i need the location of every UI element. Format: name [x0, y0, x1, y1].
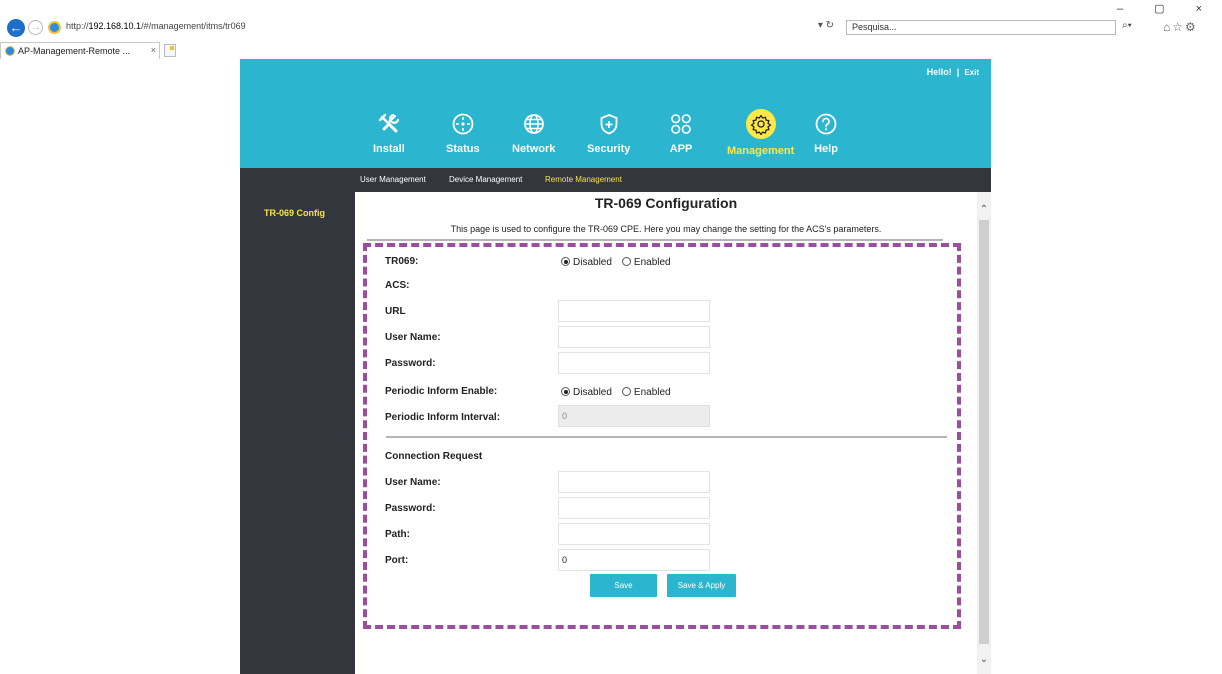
ie-favicon-icon	[5, 46, 15, 56]
nav-network-label: Network	[512, 143, 556, 155]
save-button[interactable]: Save	[590, 574, 657, 597]
tools-icon	[376, 111, 402, 137]
forward-arrow-icon[interactable]: →	[28, 20, 43, 35]
address-bar[interactable]: http://192.168.10.1/#/management/itms/tr…	[46, 20, 842, 35]
save-apply-button[interactable]: Save & Apply	[667, 574, 736, 597]
scrollbar[interactable]: ⌃ ⌄	[977, 192, 991, 674]
tr069-radio-group: Disabled Enabled	[561, 256, 671, 268]
cr-password-label: Password:	[385, 503, 436, 514]
back-arrow-icon[interactable]: ←	[7, 19, 25, 37]
nav-status-label: Status	[446, 143, 480, 155]
nav-management[interactable]: Management	[727, 109, 795, 157]
nav-security-label: Security	[587, 143, 631, 155]
gear-icon	[745, 109, 776, 139]
status-icon	[450, 111, 476, 137]
nav-install[interactable]: Install	[373, 111, 405, 155]
radio-label: Enabled	[633, 387, 671, 398]
subnav-user-management[interactable]: User Management	[360, 175, 426, 184]
acs-url-input[interactable]	[558, 300, 710, 322]
tr069-disabled-radio[interactable]: Disabled	[561, 257, 612, 268]
browser-toolbar: ← → http://192.168.10.1/#/management/itm…	[0, 0, 1222, 38]
page-title: TR-069 Configuration	[594, 195, 738, 211]
nav-help[interactable]: Help	[813, 111, 839, 155]
periodic-inform-radio-group: Disabled Enabled	[561, 386, 671, 398]
radio-unchecked-icon	[621, 257, 631, 266]
address-url[interactable]: http://192.168.10.1/#/management/itms/tr…	[66, 21, 246, 31]
cr-path-label: Path:	[385, 529, 410, 540]
radio-checked-icon	[561, 257, 570, 266]
acs-username-input[interactable]	[558, 326, 710, 348]
sidebar: TR-069 Config	[240, 192, 355, 674]
cr-port-label: Port:	[385, 555, 409, 566]
divider	[386, 436, 947, 438]
close-tab-icon[interactable]: ×	[151, 45, 156, 55]
acs-password-input[interactable]	[558, 352, 710, 374]
cr-username-input[interactable]	[558, 471, 710, 493]
help-icon	[813, 111, 839, 137]
nav-app[interactable]: APP	[668, 111, 694, 155]
nav-app-label: APP	[669, 143, 693, 155]
periodic-inform-interval-input: 0	[558, 405, 710, 427]
radio-label: Disabled	[573, 257, 612, 268]
browser-tools-icons[interactable]: ⌂☆⚙	[1163, 20, 1198, 34]
scroll-down-arrow-icon[interactable]: ⌄	[977, 654, 991, 665]
subnav-device-management[interactable]: Device Management	[449, 175, 522, 184]
divider	[367, 239, 943, 241]
tab-bar: AP-Management-Remote ... ×	[0, 42, 1222, 60]
periodic-inform-enable-label: Periodic Inform Enable:	[385, 386, 498, 397]
sub-navigation: User Management Device Management Remote…	[240, 168, 991, 192]
tab-title: AP-Management-Remote ...	[18, 46, 131, 56]
new-tab-button[interactable]	[164, 44, 176, 57]
exit-link[interactable]: Exit	[964, 68, 979, 77]
sidebar-item-tr069-config[interactable]: TR-069 Config	[264, 208, 325, 218]
cr-username-label: User Name:	[385, 477, 441, 488]
url-label: URL	[385, 306, 406, 317]
address-controls[interactable]: ▾ ↻	[818, 20, 834, 31]
scroll-up-arrow-icon[interactable]: ⌃	[977, 204, 991, 215]
periodic-inform-interval-label: Periodic Inform Interval:	[385, 412, 501, 423]
shield-icon	[596, 111, 622, 137]
cr-password-input[interactable]	[558, 497, 710, 519]
globe-icon	[521, 111, 547, 137]
main-content: TR-069 Configuration This page is used t…	[355, 192, 977, 674]
greeting-text: Hello!	[926, 67, 952, 77]
browser-tab[interactable]: AP-Management-Remote ... ×	[0, 42, 160, 59]
window-controls[interactable]: – ▢ ×	[1117, 2, 1216, 15]
nav-help-label: Help	[814, 143, 838, 155]
tr069-label: TR069:	[385, 256, 419, 267]
browser-search-input[interactable]: Pesquisa...	[846, 20, 1116, 35]
radio-label: Disabled	[573, 387, 612, 398]
radio-label: Enabled	[633, 257, 671, 268]
page-description: This page is used to configure the TR-06…	[450, 224, 882, 234]
acs-username-label: User Name:	[385, 332, 441, 343]
tr069-enabled-radio[interactable]: Enabled	[621, 257, 671, 268]
apps-grid-icon	[668, 111, 694, 137]
cr-port-input[interactable]: 0	[558, 549, 710, 571]
nav-management-label: Management	[727, 145, 795, 157]
nav-network[interactable]: Network	[512, 111, 555, 155]
nav-security[interactable]: Security	[587, 111, 630, 155]
connection-request-heading: Connection Request	[385, 451, 483, 462]
scroll-thumb[interactable]	[979, 220, 989, 644]
subnav-remote-management[interactable]: Remote Management	[545, 175, 622, 184]
router-header: Hello! | Exit Install Status Network Secur…	[240, 59, 991, 168]
cr-path-input[interactable]	[558, 523, 710, 545]
radio-checked-icon	[561, 387, 570, 396]
greeting-separator: |	[956, 67, 960, 77]
acs-password-label: Password:	[385, 358, 436, 369]
acs-label: ACS:	[385, 280, 410, 291]
search-icon[interactable]: ⌕▾	[1122, 20, 1132, 31]
nav-install-label: Install	[373, 143, 405, 155]
user-greeting: Hello! | Exit	[927, 67, 979, 77]
periodic-enabled-radio[interactable]: Enabled	[621, 387, 671, 398]
ie-favicon-icon	[48, 21, 61, 34]
periodic-disabled-radio[interactable]: Disabled	[561, 387, 612, 398]
nav-status[interactable]: Status	[446, 111, 480, 155]
radio-unchecked-icon	[621, 387, 631, 396]
